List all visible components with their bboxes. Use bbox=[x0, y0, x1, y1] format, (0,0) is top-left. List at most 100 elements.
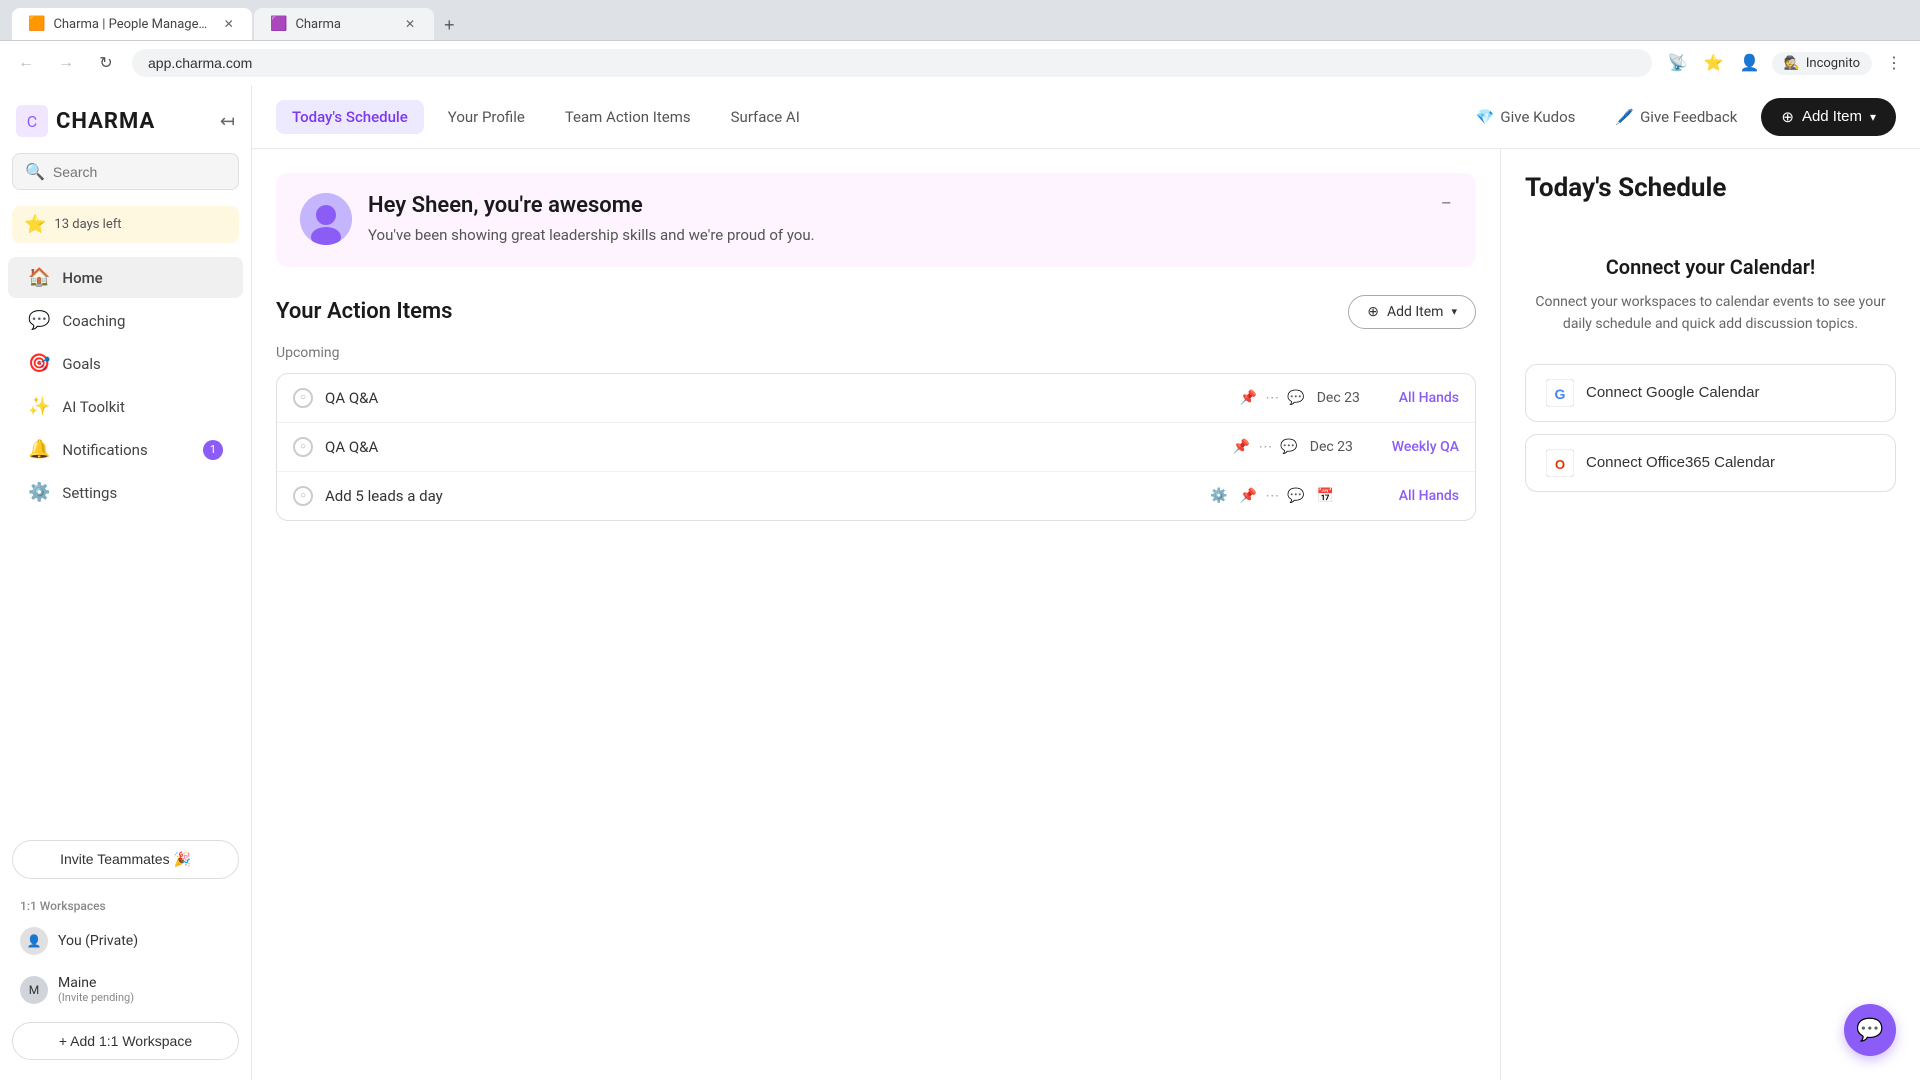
action-icons-1: 📌 ⋯ 💬 bbox=[1240, 390, 1305, 406]
profile-button[interactable]: 👤 bbox=[1736, 49, 1764, 77]
sidebar-item-notifications[interactable]: 🔔 Notifications 1 bbox=[8, 429, 243, 470]
sidebar-item-label-notifications: Notifications bbox=[62, 441, 147, 459]
tab-close-1[interactable]: ✕ bbox=[221, 16, 236, 32]
pin-icon-2[interactable]: 📌 bbox=[1233, 439, 1250, 455]
tab-2[interactable]: 🟪 Charma ✕ bbox=[254, 8, 434, 40]
tab-todays-schedule[interactable]: Today's Schedule bbox=[276, 100, 424, 134]
new-tab-button[interactable]: + bbox=[436, 11, 463, 40]
forward-button[interactable]: → bbox=[52, 49, 80, 77]
tab-close-2[interactable]: ✕ bbox=[402, 16, 418, 32]
action-items-table: ○ QA Q&A 📌 ⋯ 💬 Dec 23 All Hands ○ QA bbox=[276, 373, 1476, 521]
incognito-badge: 🕵️ Incognito bbox=[1772, 52, 1872, 75]
action-tag-2[interactable]: Weekly QA bbox=[1392, 439, 1459, 455]
action-tag-3[interactable]: All Hands bbox=[1399, 488, 1459, 504]
incognito-label: Incognito bbox=[1806, 56, 1860, 71]
kudos-content: Hey Sheen, you're awesome You've been sh… bbox=[368, 193, 1425, 247]
workspace-avatar-private: 👤 bbox=[20, 927, 48, 955]
address-bar-row: ← → ↻ 📡 ⭐ 👤 🕵️ Incognito ⋮ bbox=[0, 40, 1920, 85]
action-title-3: Add 5 leads a day bbox=[325, 487, 1198, 505]
comment-icon-3[interactable]: 💬 bbox=[1287, 488, 1304, 504]
sidebar-item-ai-toolkit[interactable]: ✨ AI Toolkit bbox=[8, 386, 243, 427]
tab-team-action-items[interactable]: Team Action Items bbox=[549, 100, 707, 134]
sidebar-item-label-ai-toolkit: AI Toolkit bbox=[62, 398, 124, 416]
tab-surface-ai[interactable]: Surface AI bbox=[715, 100, 816, 134]
invite-teammates-button[interactable]: Invite Teammates 🎉 bbox=[12, 840, 239, 879]
sidebar-item-coaching[interactable]: 💬 Coaching bbox=[8, 300, 243, 341]
more-icon-2[interactable]: ⋯ bbox=[1258, 439, 1272, 455]
workspace-private[interactable]: 👤 You (Private) bbox=[0, 917, 251, 965]
chevron-down-icon: ▾ bbox=[1870, 110, 1876, 124]
give-kudos-label: Give Kudos bbox=[1500, 108, 1575, 126]
search-input[interactable] bbox=[53, 164, 226, 180]
connect-office365-calendar-button[interactable]: O Connect Office365 Calendar bbox=[1525, 434, 1896, 492]
tab-1[interactable]: 🟧 Charma | People Management ... ✕ bbox=[12, 8, 252, 40]
comment-icon-1[interactable]: 💬 bbox=[1287, 390, 1304, 406]
action-tag-1[interactable]: All Hands bbox=[1399, 390, 1459, 406]
more-icon-1[interactable]: ⋯ bbox=[1265, 390, 1279, 406]
office365-calendar-label: Connect Office365 Calendar bbox=[1586, 454, 1775, 471]
back-button[interactable]: ← bbox=[12, 49, 40, 77]
give-kudos-button[interactable]: 💎 Give Kudos bbox=[1460, 100, 1592, 134]
table-row: ○ QA Q&A 📌 ⋯ 💬 Dec 23 All Hands bbox=[277, 374, 1475, 423]
search-icon: 🔍 bbox=[25, 162, 45, 181]
action-check-3[interactable]: ○ bbox=[293, 486, 313, 506]
kudos-card: Hey Sheen, you're awesome You've been sh… bbox=[276, 173, 1476, 267]
workspace-title: You (Private) bbox=[58, 933, 138, 949]
pin-icon-3[interactable]: 📌 bbox=[1240, 488, 1257, 504]
action-icons-2: 📌 ⋯ 💬 bbox=[1233, 439, 1298, 455]
menu-button[interactable]: ⋮ bbox=[1880, 49, 1908, 77]
plus-icon: ⊕ bbox=[1781, 108, 1794, 126]
tab-favicon: 🟧 bbox=[28, 16, 45, 32]
add-workspace-button[interactable]: + Add 1:1 Workspace bbox=[12, 1022, 239, 1060]
google-calendar-icon: G bbox=[1546, 379, 1574, 407]
browser-chrome: 🟧 Charma | People Management ... ✕ 🟪 Cha… bbox=[0, 0, 1920, 85]
action-date-1: Dec 23 bbox=[1317, 390, 1387, 406]
more-icon-3[interactable]: ⋯ bbox=[1265, 488, 1279, 504]
sidebar-item-goals[interactable]: 🎯 Goals bbox=[8, 343, 243, 384]
address-input[interactable] bbox=[132, 49, 1652, 77]
action-check-1[interactable]: ○ bbox=[293, 388, 313, 408]
give-feedback-label: Give Feedback bbox=[1640, 108, 1737, 126]
pin-icon-1[interactable]: 📌 bbox=[1240, 390, 1257, 406]
add-item-button[interactable]: ⊕ Add Item ▾ bbox=[1761, 98, 1896, 136]
give-feedback-button[interactable]: 🖊️ Give Feedback bbox=[1599, 100, 1753, 134]
workspace-name-private: You (Private) bbox=[58, 933, 138, 949]
action-icons-3: 📌 ⋯ 💬 bbox=[1240, 488, 1305, 504]
sidebar-item-settings[interactable]: ⚙️ Settings bbox=[8, 472, 243, 513]
incognito-icon: 🕵️ bbox=[1784, 56, 1800, 71]
kudos-minimize-button[interactable]: − bbox=[1441, 193, 1452, 213]
diamond-icon: 💎 bbox=[1476, 108, 1495, 126]
action-check-2[interactable]: ○ bbox=[293, 437, 313, 457]
connect-google-calendar-button[interactable]: G Connect Google Calendar bbox=[1525, 364, 1896, 422]
svg-text:G: G bbox=[1555, 386, 1566, 402]
notifications-icon: 🔔 bbox=[28, 439, 50, 460]
right-panel: Today's Schedule Connect your Calendar! … bbox=[1500, 149, 1920, 1080]
workspace-sub-maine: (Invite pending) bbox=[58, 991, 134, 1004]
sidebar-item-home[interactable]: 🏠 Home bbox=[8, 257, 243, 298]
feedback-icon: 🖊️ bbox=[1615, 108, 1634, 126]
tab-your-profile[interactable]: Your Profile bbox=[432, 100, 541, 134]
comment-icon-2[interactable]: 💬 bbox=[1280, 439, 1297, 455]
action-date-2: Dec 23 bbox=[1310, 439, 1380, 455]
action-title-1: QA Q&A bbox=[325, 389, 1228, 407]
trial-label: 13 days left bbox=[54, 217, 121, 232]
cast-button[interactable]: 📡 bbox=[1664, 49, 1692, 77]
left-panel: Hey Sheen, you're awesome You've been sh… bbox=[252, 149, 1500, 1080]
trial-icon: ⭐ bbox=[24, 214, 46, 235]
action-items-title: Your Action Items bbox=[276, 299, 452, 324]
top-nav: Today's Schedule Your Profile Team Actio… bbox=[252, 85, 1920, 149]
workspace-maine[interactable]: M Maine (Invite pending) bbox=[0, 965, 251, 1014]
sidebar-item-label-home: Home bbox=[62, 269, 102, 287]
settings-icon: ⚙️ bbox=[28, 482, 50, 503]
notifications-badge: 1 bbox=[203, 440, 223, 460]
upcoming-label: Upcoming bbox=[276, 345, 1476, 361]
sidebar-collapse-button[interactable]: ↤ bbox=[220, 111, 235, 132]
search-box[interactable]: 🔍 bbox=[12, 153, 239, 190]
reload-button[interactable]: ↻ bbox=[92, 49, 120, 77]
workspace-name-maine: Maine bbox=[58, 975, 134, 991]
add-item-outline-button[interactable]: ⊕ Add Item ▾ bbox=[1348, 295, 1476, 329]
chat-fab-button[interactable]: 💬 bbox=[1844, 1004, 1896, 1056]
bookmark-button[interactable]: ⭐ bbox=[1700, 49, 1728, 77]
action-date-3: 📅 bbox=[1317, 488, 1387, 504]
sidebar-header: C CHARMA ↤ bbox=[0, 97, 251, 153]
